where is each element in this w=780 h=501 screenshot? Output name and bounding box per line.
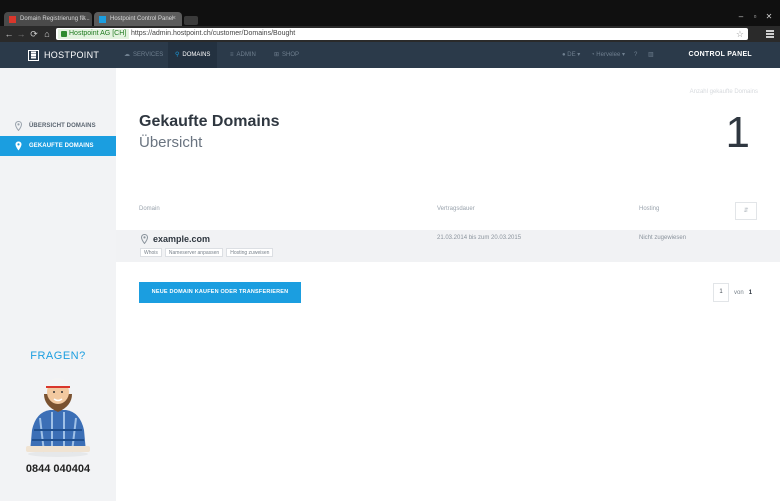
column-header-hosting[interactable]: Hosting: [639, 206, 659, 212]
page-of-label: von: [734, 289, 744, 296]
sidebar-item-bought-domains[interactable]: GEKAUFTE DOMAINS: [0, 136, 116, 156]
browser-tabstrip: Domain Registrierung fü... × Hostpoint C…: [0, 0, 780, 26]
browser-toolbar: ← → ⟳ ⌂ Hostpoint AG [CH] https://admin.…: [0, 26, 780, 42]
browser-menu-icon[interactable]: [766, 30, 774, 38]
support-person-illustration: [26, 378, 90, 457]
forward-arrow-icon[interactable]: →: [16, 28, 26, 40]
maximize-window-icon[interactable]: ▫: [750, 12, 760, 21]
sort-filter-button[interactable]: ⇵: [735, 202, 757, 220]
lock-icon: [61, 31, 67, 37]
help-icon[interactable]: ?: [634, 42, 637, 68]
favicon-icon: [99, 16, 106, 23]
domain-count: 1: [725, 108, 750, 157]
hostpoint-logo[interactable]: HOSTPOINT: [28, 48, 99, 62]
close-tab-icon[interactable]: ×: [172, 12, 176, 26]
app-header: HOSTPOINT ☁ SERVICES ⚲ DOMAINS ≡ ADMIN ⊞…: [0, 42, 780, 68]
current-page-input[interactable]: 1: [713, 283, 729, 302]
url-text[interactable]: https://admin.hostpoint.ch/customer/Doma…: [131, 28, 295, 40]
nav-admin[interactable]: ≡ ADMIN: [226, 42, 260, 68]
location-pin-icon: [141, 234, 148, 244]
sidebar-item-label: ÜBERSICHT DOMAINS: [29, 123, 96, 129]
location-pin-icon: ⚲: [175, 52, 180, 58]
user-icon: ◔: [591, 52, 595, 58]
buy-or-transfer-domain-button[interactable]: NEUE DOMAIN KAUFEN ODER TRANSFERIEREN: [139, 282, 301, 303]
domain-count-caption: Anzahl gekaufte Domains: [689, 89, 758, 95]
sidebar: ÜBERSICHT DOMAINS GEKAUFTE DOMAINS FRAGE…: [0, 68, 116, 501]
back-arrow-icon[interactable]: ←: [4, 28, 14, 40]
location-pin-icon: [15, 141, 22, 151]
control-panel-label: CONTROL PANEL: [688, 51, 752, 58]
column-header-contract[interactable]: Vertragsdauer: [437, 206, 475, 212]
address-bar[interactable]: Hostpoint AG [CH] https://admin.hostpoin…: [56, 28, 748, 40]
close-window-icon[interactable]: ✕: [764, 12, 774, 21]
column-header-domain[interactable]: Domain: [139, 206, 160, 212]
sidebar-item-label: GEKAUFTE DOMAINS: [29, 143, 94, 149]
nav-label: DOMAINS: [182, 52, 211, 58]
tab-title: Hostpoint Control Panel: [110, 16, 174, 22]
browser-tab-control-panel[interactable]: Hostpoint Control Panel ×: [94, 12, 182, 26]
logo-icon: [28, 49, 39, 61]
chat-icon: ●: [562, 52, 566, 58]
page-subtitle: Übersicht: [139, 134, 203, 151]
contract-period: 21.03.2014 bis zum 20.03.2015: [437, 235, 522, 241]
favicon-icon: [9, 16, 16, 23]
pagination: 1 von 1: [713, 283, 752, 302]
table-row[interactable]: example.com 21.03.2014 bis zum 20.03.201…: [116, 230, 780, 262]
nav-shop[interactable]: ⊞ SHOP: [270, 42, 303, 68]
support-phone-number[interactable]: 0844 040404: [0, 463, 116, 475]
language-label: DE ▾: [567, 52, 581, 58]
whois-button[interactable]: Whois: [140, 248, 162, 257]
list-icon: ≡: [230, 52, 234, 58]
tab-title: Domain Registrierung fü...: [20, 16, 90, 22]
help-title: FRAGEN?: [30, 350, 86, 362]
main-content: Anzahl gekaufte Domains Gekaufte Domains…: [116, 68, 780, 501]
trash-icon[interactable]: ▥: [648, 42, 654, 68]
nav-label: ADMIN: [236, 52, 256, 58]
total-pages: 1: [748, 289, 753, 296]
bookmark-star-icon[interactable]: ☆: [736, 28, 744, 40]
edit-nameserver-button[interactable]: Nameserver anpassen: [164, 248, 224, 257]
secure-label: Hostpoint AG [CH]: [69, 30, 127, 37]
home-icon[interactable]: ⌂: [42, 28, 52, 40]
nav-label: SHOP: [282, 52, 300, 58]
browser-tab-domain-registration[interactable]: Domain Registrierung fü... ×: [4, 12, 92, 26]
nav-services[interactable]: ☁ SERVICES: [118, 42, 169, 68]
location-pin-icon: [15, 121, 22, 131]
nav-domains[interactable]: ⚲ DOMAINS: [168, 42, 218, 68]
nav-label: SERVICES: [133, 52, 164, 58]
cloud-icon: ☁: [124, 52, 130, 58]
plus-box-icon: ⊞: [274, 52, 280, 58]
new-tab-button[interactable]: [184, 16, 198, 25]
sidebar-item-overview-domains[interactable]: ÜBERSICHT DOMAINS: [0, 116, 116, 136]
domain-actions: Whois Nameserver anpassen Hosting zuweis…: [140, 248, 274, 257]
secure-connection-badge[interactable]: Hostpoint AG [CH]: [58, 29, 130, 39]
user-label: Hervelee ▾: [596, 52, 625, 58]
close-tab-icon[interactable]: ×: [82, 12, 86, 26]
assign-hosting-button[interactable]: Hosting zuweisen: [226, 248, 274, 257]
hosting-status: Nicht zugewiesen: [639, 235, 687, 241]
language-selector[interactable]: ● DE ▾: [562, 42, 580, 68]
domain-name[interactable]: example.com: [153, 234, 210, 244]
page-title: Gekaufte Domains: [139, 113, 280, 130]
reload-icon[interactable]: ⟳: [29, 28, 39, 40]
user-menu[interactable]: ◔ Hervelee ▾: [591, 42, 625, 68]
logo-text: HOSTPOINT: [44, 50, 100, 60]
minimize-window-icon[interactable]: –: [736, 12, 746, 21]
